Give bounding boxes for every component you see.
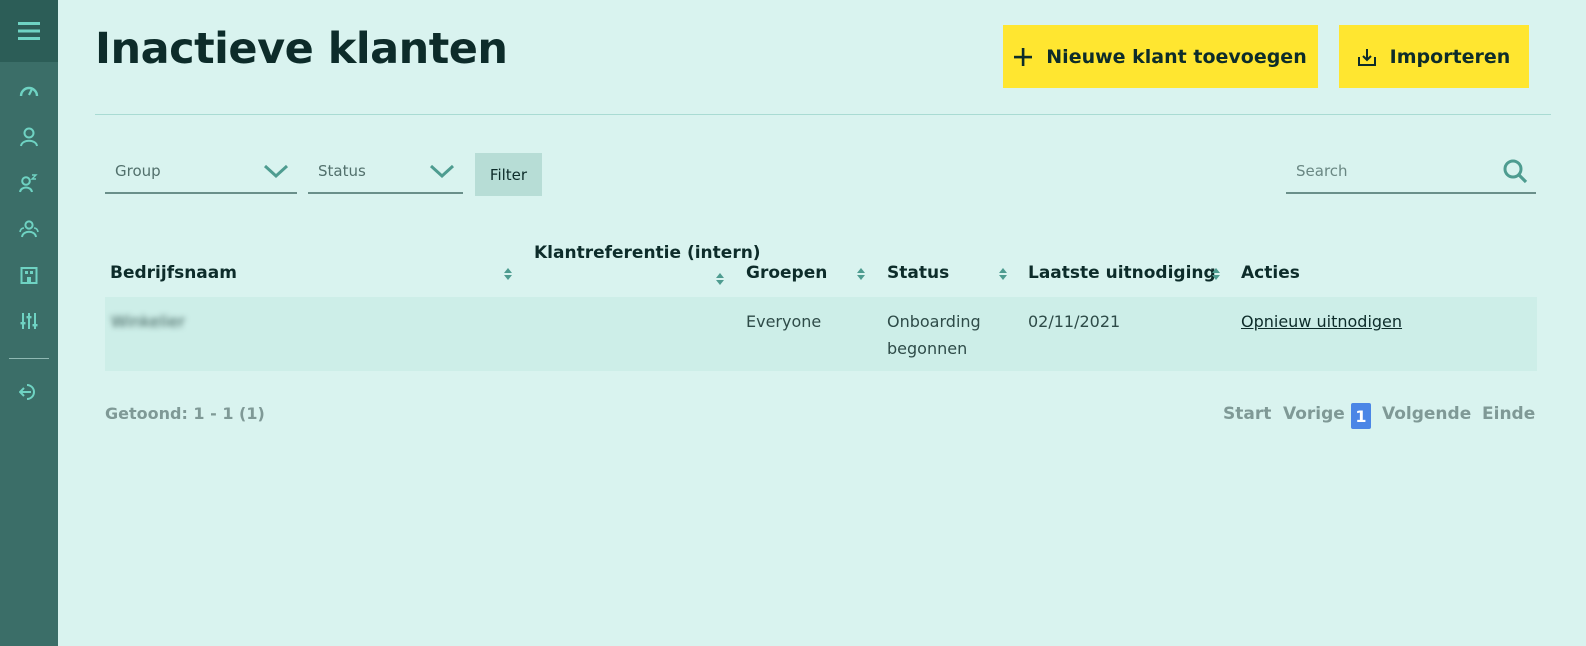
import-button[interactable]: Importeren xyxy=(1339,25,1529,88)
user-icon xyxy=(20,127,38,147)
building-icon xyxy=(20,267,38,284)
hamburger-icon xyxy=(18,22,40,40)
results-count: Getoond: 1 - 1 (1) xyxy=(105,404,265,423)
filter-button[interactable]: Filter xyxy=(475,153,542,196)
plus-icon xyxy=(1014,47,1033,66)
column-header-groups[interactable]: Groepen xyxy=(746,263,827,283)
pagination-current-page[interactable]: 1 xyxy=(1351,403,1371,429)
sidebar xyxy=(0,0,58,646)
sidebar-item-logout[interactable] xyxy=(0,369,58,415)
sort-icon[interactable] xyxy=(715,272,725,286)
chevron-down-icon xyxy=(429,164,455,179)
cell-status-line2: begonnen xyxy=(887,339,968,358)
table-row: Winkelier Everyone Onboarding begonnen 0… xyxy=(105,297,1537,371)
sidebar-item-companies[interactable] xyxy=(0,252,58,298)
group-select-label: Group xyxy=(115,162,161,180)
sidebar-item-groups[interactable] xyxy=(0,206,58,252)
search-icon[interactable] xyxy=(1502,158,1528,184)
sort-icon[interactable] xyxy=(856,267,866,281)
users-group-icon xyxy=(19,220,39,238)
chevron-down-icon xyxy=(263,164,289,179)
sidebar-item-dashboard[interactable] xyxy=(0,68,58,114)
header-divider xyxy=(95,114,1551,115)
group-select[interactable]: Group xyxy=(105,150,297,194)
main-content: Inactieve klanten Nieuwe klant toevoegen… xyxy=(58,0,1586,646)
pagination-end[interactable]: Einde xyxy=(1482,404,1535,424)
cell-groups: Everyone xyxy=(746,312,822,331)
cell-last-invite: 02/11/2021 xyxy=(1028,312,1121,331)
sidebar-item-settings[interactable] xyxy=(0,298,58,344)
sort-icon[interactable] xyxy=(998,267,1008,281)
column-header-company[interactable]: Bedrijfsnaam xyxy=(110,263,237,283)
pagination-start[interactable]: Start xyxy=(1223,404,1271,424)
column-header-last-invite[interactable]: Laatste uitnodiging xyxy=(1028,263,1216,283)
reinvite-link[interactable]: Opnieuw uitnodigen xyxy=(1241,308,1402,335)
sidebar-divider xyxy=(9,358,49,359)
cell-status: Onboarding begonnen xyxy=(887,308,981,362)
sidebar-item-inactive[interactable] xyxy=(0,160,58,206)
download-tray-icon xyxy=(1357,48,1376,66)
pagination-next[interactable]: Volgende xyxy=(1382,404,1471,424)
search-input[interactable] xyxy=(1296,162,1476,180)
sidebar-item-user[interactable] xyxy=(0,114,58,160)
add-client-button[interactable]: Nieuwe klant toevoegen xyxy=(1003,25,1318,88)
user-sleep-icon xyxy=(19,174,38,193)
cell-status-line1: Onboarding xyxy=(887,312,981,331)
column-header-reference[interactable]: Klantreferentie (intern) xyxy=(534,243,761,263)
sort-icon[interactable] xyxy=(503,267,513,281)
status-select-label: Status xyxy=(318,162,366,180)
dashboard-icon xyxy=(19,86,39,97)
page-title: Inactieve klanten xyxy=(95,24,508,74)
add-client-label: Nieuwe klant toevoegen xyxy=(1046,45,1307,68)
sort-icon[interactable] xyxy=(1211,267,1221,281)
menu-button[interactable] xyxy=(0,0,58,62)
column-header-actions: Acties xyxy=(1241,263,1300,283)
pagination-prev[interactable]: Vorige xyxy=(1283,404,1345,424)
import-label: Importeren xyxy=(1389,45,1511,68)
cell-company: Winkelier xyxy=(111,312,185,331)
status-select[interactable]: Status xyxy=(308,150,463,194)
logout-icon xyxy=(19,384,35,400)
column-header-status[interactable]: Status xyxy=(887,263,949,283)
search-box xyxy=(1286,150,1536,194)
sliders-icon xyxy=(20,313,38,329)
